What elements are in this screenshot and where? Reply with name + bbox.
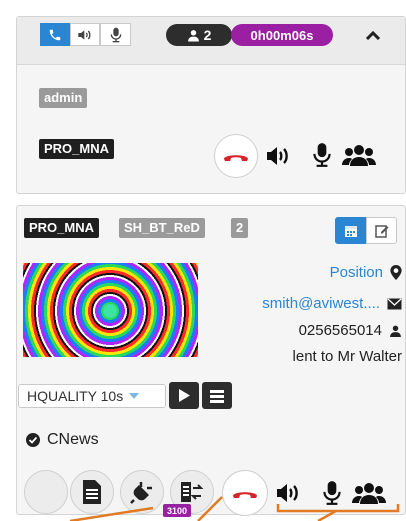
annotation-arrow-plug	[69, 506, 154, 521]
annotation-overlay	[69, 496, 400, 521]
annotation-bracket-audio	[276, 504, 400, 513]
annotation-arrow-intercom	[197, 496, 223, 521]
annotation-arrow-audio	[317, 509, 337, 521]
